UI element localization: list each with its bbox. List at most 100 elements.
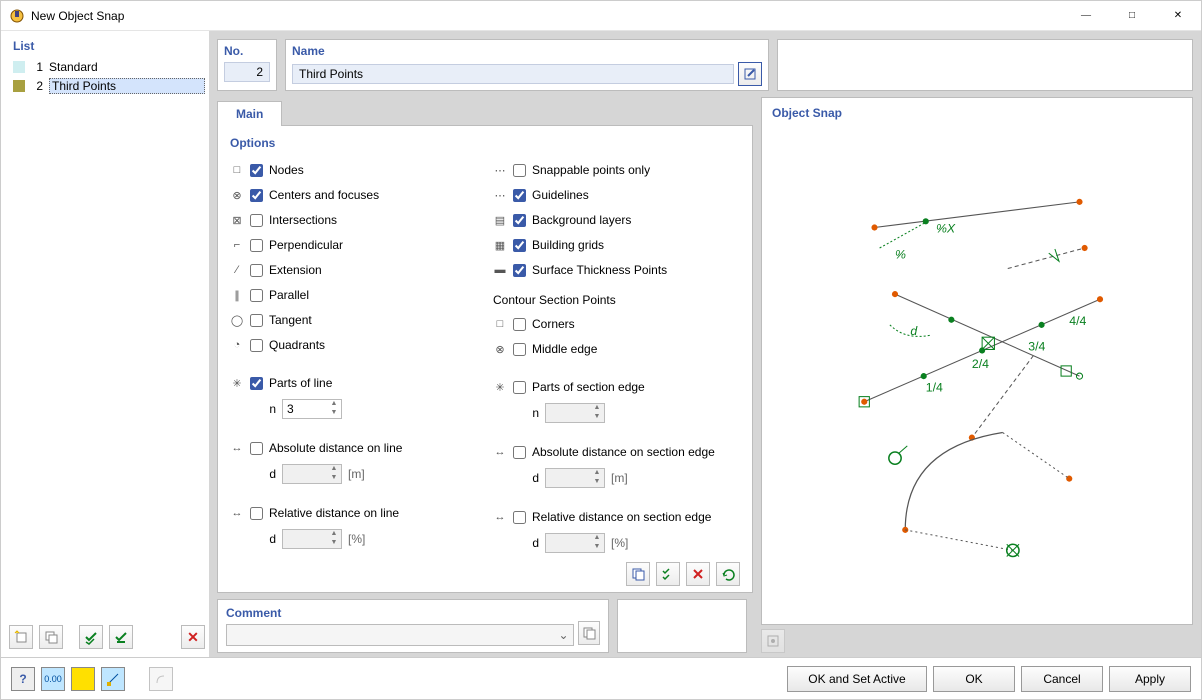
quad-icon: ◔ [230, 338, 244, 352]
parts-line-n-spinner[interactable]: 3▲▼ [282, 399, 342, 419]
opt-perpendicular[interactable]: ⌐Perpendicular [230, 235, 477, 255]
new-button[interactable] [9, 625, 33, 649]
color-button[interactable] [71, 667, 95, 691]
window-title: New Object Snap [31, 9, 1063, 23]
node-icon: □ [230, 163, 244, 177]
dist-icon: ↔ [493, 445, 507, 459]
list-item[interactable]: 2 Third Points [9, 76, 205, 95]
ext-icon: ⁄ [230, 263, 244, 277]
opt-grids[interactable]: ▦Building grids [493, 235, 740, 255]
ok-button[interactable]: OK [933, 666, 1015, 692]
ok-set-active-button[interactable]: OK and Set Active [787, 666, 927, 692]
svg-text:%: % [895, 247, 906, 261]
script-button[interactable] [149, 667, 173, 691]
opt-tangent[interactable]: ◯Tangent [230, 310, 477, 330]
dist-icon: ↔ [493, 510, 507, 524]
maximize-button[interactable]: □ [1109, 1, 1155, 31]
list-item[interactable]: 1 Standard [9, 57, 205, 76]
opt-parts-edge[interactable]: ✳Parts of section edge [493, 377, 740, 397]
svg-text:2/4: 2/4 [972, 357, 989, 371]
opt-guidelines[interactable]: ⋯Guidelines [493, 185, 740, 205]
cancel-button[interactable]: Cancel [1021, 666, 1103, 692]
options-panel: Options □Nodes ⊗Centers and focuses ⊠Int… [217, 125, 753, 593]
options-col-right: ⋯Snappable points only ⋯Guidelines ▤Back… [493, 160, 740, 556]
minimize-button[interactable]: ― [1063, 1, 1109, 31]
intersect-icon: ⊠ [230, 213, 244, 227]
svg-text:d: d [910, 324, 918, 338]
opt-quadrants[interactable]: ◔Quadrants [230, 335, 477, 355]
copy-options-button[interactable] [626, 562, 650, 586]
tabstrip: Main [217, 97, 753, 125]
options-col-left: □Nodes ⊗Centers and focuses ⊠Intersectio… [230, 160, 477, 556]
svg-text:1/4: 1/4 [926, 381, 943, 395]
abs-edge-d-spinner: ▲▼ [545, 468, 605, 488]
opt-corners[interactable]: □Corners [493, 314, 740, 334]
svg-text:4/4: 4/4 [1069, 314, 1086, 328]
opt-rel-edge[interactable]: ↔Relative distance on section edge [493, 507, 740, 527]
opt-extension[interactable]: ⁄Extension [230, 260, 477, 280]
uncheck-all-button[interactable] [109, 625, 133, 649]
comment-field[interactable]: ⌄ [226, 624, 574, 646]
swatch-icon [13, 80, 25, 92]
midedge-icon: ⊗ [493, 342, 507, 356]
opt-intersections[interactable]: ⊠Intersections [230, 210, 477, 230]
footer: ? 0.00 OK and Set Active OK Cancel Apply [1, 657, 1201, 699]
abs-line-d-spinner: ▲▼ [282, 464, 342, 484]
measure-button[interactable] [101, 667, 125, 691]
sidebar: List 1 Standard 2 Third Points [1, 31, 209, 657]
grid-icon: ▦ [493, 238, 507, 252]
opt-centers[interactable]: ⊗Centers and focuses [230, 185, 477, 205]
preview-canvas: % %X [772, 126, 1182, 616]
parts-icon: ✳ [230, 376, 244, 390]
titlebar: New Object Snap ― □ ✕ [1, 1, 1201, 31]
units-button[interactable]: 0.00 [41, 667, 65, 691]
corner-icon: □ [493, 317, 507, 331]
opt-background[interactable]: ▤Background layers [493, 210, 740, 230]
select-all-button[interactable] [656, 562, 680, 586]
preview-panel: Object Snap % %X [761, 97, 1193, 625]
tab-main[interactable]: Main [217, 101, 282, 126]
opt-abs-line[interactable]: ↔Absolute distance on line [230, 438, 477, 458]
opt-parts-line[interactable]: ✳Parts of line [230, 373, 477, 393]
surface-icon: ▬ [493, 263, 507, 277]
delete-button[interactable]: ✕ [181, 625, 205, 649]
opt-rel-line[interactable]: ↔Relative distance on line [230, 503, 477, 523]
layers-icon: ▤ [493, 213, 507, 227]
sidebar-label: List [9, 39, 205, 53]
name-field[interactable]: Third Points [292, 64, 734, 84]
contour-heading: Contour Section Points [493, 293, 740, 307]
parts-edge-n-spinner: ▲▼ [545, 403, 605, 423]
preview-settings-button[interactable] [761, 629, 785, 653]
opt-snappable[interactable]: ⋯Snappable points only [493, 160, 740, 180]
comment-spacer [617, 599, 747, 653]
parallel-icon: ∥ [230, 288, 244, 302]
rename-button[interactable] [738, 62, 762, 86]
opt-nodes[interactable]: □Nodes [230, 160, 477, 180]
svg-text:3/4: 3/4 [1028, 340, 1045, 354]
comment-lib-button[interactable] [578, 621, 600, 645]
apply-button[interactable]: Apply [1109, 666, 1191, 692]
opt-parallel[interactable]: ∥Parallel [230, 285, 477, 305]
sidebar-list[interactable]: 1 Standard 2 Third Points [9, 57, 205, 621]
guide-icon: ⋯ [493, 188, 507, 202]
no-field[interactable]: 2 [224, 62, 270, 82]
help-button[interactable]: ? [11, 667, 35, 691]
reset-button[interactable] [716, 562, 740, 586]
clear-all-button[interactable] [686, 562, 710, 586]
dist-icon: ↔ [230, 441, 244, 455]
check-all-button[interactable] [79, 625, 103, 649]
opt-midedge[interactable]: ⊗Middle edge [493, 339, 740, 359]
name-box: Name Third Points [285, 39, 769, 91]
perp-icon: ⌐ [230, 238, 244, 252]
opt-surface[interactable]: ▬Surface Thickness Points [493, 260, 740, 280]
opt-abs-edge[interactable]: ↔Absolute distance on section edge [493, 442, 740, 462]
dist-icon: ↔ [230, 506, 244, 520]
close-button[interactable]: ✕ [1155, 1, 1201, 31]
tangent-icon: ◯ [230, 313, 244, 327]
copy-button[interactable] [39, 625, 63, 649]
center-icon: ⊗ [230, 188, 244, 202]
rel-line-d-spinner: ▲▼ [282, 529, 342, 549]
swatch-icon [13, 61, 25, 73]
rel-edge-d-spinner: ▲▼ [545, 533, 605, 553]
comment-box: Comment ⌄ [217, 599, 609, 653]
